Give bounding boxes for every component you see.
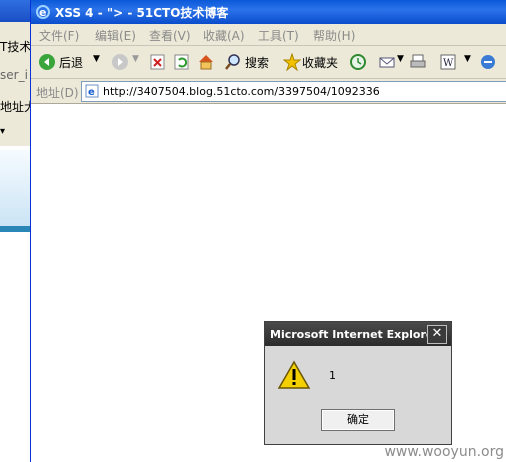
window-title: XSS 4 - "> - 51CTO技术博客 bbox=[55, 6, 229, 20]
address-bar: 地址(D) e http://3407504.blog.51cto.com/33… bbox=[31, 79, 506, 104]
edit-dropdown-icon[interactable]: ▼ bbox=[464, 54, 471, 74]
background-window-banner bbox=[0, 150, 30, 230]
ok-button[interactable]: 确定 bbox=[321, 409, 395, 431]
address-label: 地址(D) bbox=[36, 86, 79, 100]
dropdown-arrow-icon: ▾ bbox=[0, 126, 6, 137]
history-icon[interactable] bbox=[349, 53, 367, 71]
stop-icon[interactable] bbox=[149, 53, 167, 71]
background-window: T技术 ser_i 地址大 ▾ bbox=[0, 0, 31, 462]
page-ie-icon: e bbox=[85, 84, 99, 98]
background-fragment-2: ser_i bbox=[0, 68, 28, 82]
alert-titlebar: Microsoft Internet Explorer ✕ bbox=[265, 322, 451, 346]
menu-favorites[interactable]: 收藏(A) bbox=[203, 27, 245, 44]
back-arrow-icon[interactable] bbox=[38, 53, 56, 71]
favorites-star-icon[interactable] bbox=[283, 53, 301, 71]
background-window-titlebar bbox=[0, 0, 30, 22]
background-fragment-3: 地址大 bbox=[0, 100, 30, 114]
svg-text:W: W bbox=[443, 58, 454, 69]
ie-logo-icon: e bbox=[36, 5, 50, 19]
favorites-button[interactable]: 收藏夹 bbox=[302, 54, 338, 74]
menu-view[interactable]: 查看(V) bbox=[149, 27, 191, 44]
alert-title: Microsoft Internet Explorer bbox=[270, 328, 439, 341]
search-icon[interactable] bbox=[224, 53, 242, 71]
menu-file[interactable]: 文件(F) bbox=[39, 27, 79, 44]
address-url: http://3407504.blog.51cto.com/3397504/10… bbox=[103, 85, 380, 98]
back-dropdown-icon[interactable]: ▼ bbox=[93, 54, 100, 74]
refresh-icon[interactable] bbox=[173, 53, 191, 71]
edit-word-icon[interactable]: W bbox=[439, 53, 457, 71]
toolbar: 后退 ▼ ▼ 搜索 收藏夹 ▼ W ▼ bbox=[31, 46, 506, 79]
alert-dialog: Microsoft Internet Explorer ✕ 1 确定 bbox=[264, 321, 452, 445]
address-input[interactable]: e http://3407504.blog.51cto.com/3397504/… bbox=[81, 81, 506, 102]
mail-icon[interactable] bbox=[378, 53, 396, 71]
menu-tools[interactable]: 工具(T) bbox=[258, 27, 299, 44]
title-bar: e XSS 4 - "> - 51CTO技术博客 bbox=[31, 0, 506, 24]
alert-close-button[interactable]: ✕ bbox=[427, 325, 447, 344]
back-button[interactable]: 后退 bbox=[59, 54, 83, 74]
search-button[interactable]: 搜索 bbox=[245, 54, 269, 74]
menu-help[interactable]: 帮助(H) bbox=[313, 27, 355, 44]
alert-message: 1 bbox=[329, 369, 336, 382]
svg-text:e: e bbox=[88, 87, 95, 98]
mail-dropdown-icon[interactable]: ▼ bbox=[397, 54, 404, 74]
menu-bar: 文件(F) 编辑(E) 查看(V) 收藏(A) 工具(T) 帮助(H) bbox=[31, 24, 506, 46]
print-icon[interactable] bbox=[409, 53, 427, 71]
forward-arrow-icon[interactable] bbox=[111, 53, 129, 71]
svg-text:e: e bbox=[39, 6, 46, 19]
background-window-stripe bbox=[0, 226, 30, 232]
watermark: www.wooyun.org bbox=[384, 444, 504, 460]
menu-edit[interactable]: 编辑(E) bbox=[95, 27, 136, 44]
messenger-icon[interactable] bbox=[479, 53, 497, 71]
forward-dropdown-icon[interactable]: ▼ bbox=[132, 54, 139, 74]
home-icon[interactable] bbox=[197, 53, 215, 71]
warning-icon bbox=[277, 360, 311, 389]
background-fragment-1: T技术 bbox=[0, 40, 30, 54]
